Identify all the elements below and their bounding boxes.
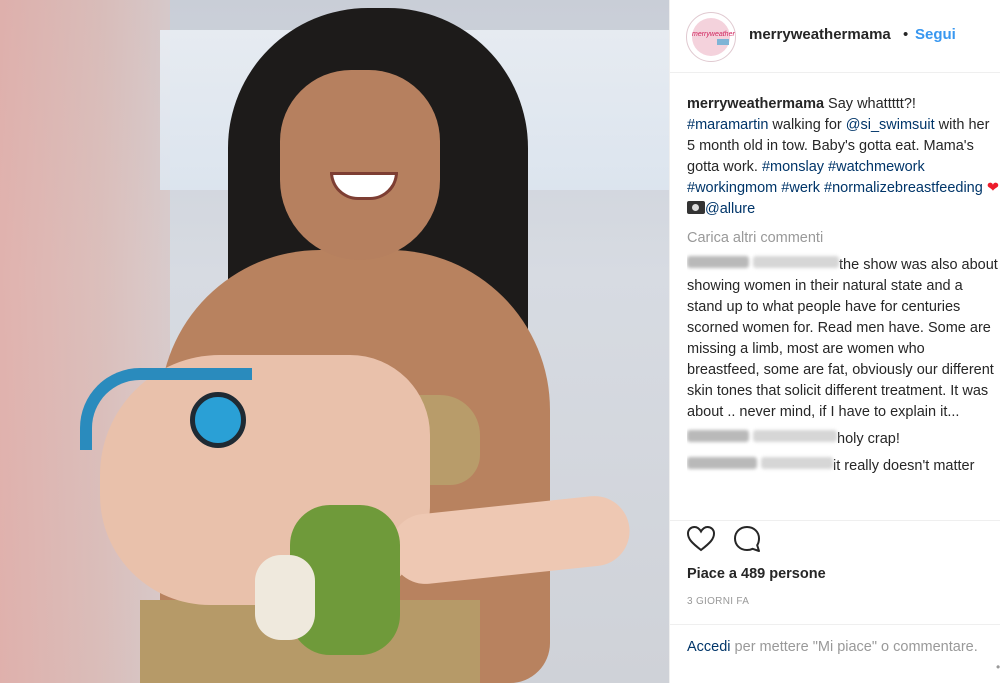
camera-emoji-icon: [687, 201, 705, 214]
avatar[interactable]: merryweather: [686, 12, 736, 62]
post-header: merryweather merryweathermama • Segui: [670, 0, 1000, 73]
comment-username-blurred[interactable]: [687, 256, 749, 268]
login-prompt-text: per mettere "Mi piace" o commentare.: [730, 639, 978, 655]
comment-username-blurred[interactable]: [687, 457, 757, 469]
hashtag-werk[interactable]: #werk: [781, 180, 820, 196]
post-timestamp[interactable]: 3 GIORNI FA: [687, 596, 749, 607]
caption-text-1: Say whattttt?!: [824, 96, 916, 112]
post-photo[interactable]: [0, 0, 669, 683]
caption-username[interactable]: merryweathermama: [687, 96, 824, 112]
avatar-logo-bar: [717, 39, 729, 45]
login-prompt: Accedi per mettere "Mi piace" o commenta…: [687, 637, 987, 658]
comment-mention-blurred[interactable]: [753, 430, 838, 442]
comment-text: the show was also about showing women in…: [687, 257, 998, 420]
header-username[interactable]: merryweathermama: [749, 26, 891, 43]
post-caption: merryweathermama Say whattttt?! #maramar…: [687, 94, 999, 220]
follow-button[interactable]: Segui: [915, 26, 956, 43]
post-side-panel: merryweather merryweathermama • Segui me…: [669, 0, 1000, 683]
hashtag-monslay[interactable]: #monslay: [762, 159, 824, 175]
hashtag-maramartin[interactable]: #maramartin: [687, 117, 768, 133]
photo-face: [280, 70, 440, 260]
likes-count[interactable]: Piace a 489 persone: [687, 566, 826, 582]
comment-text: it really doesn't matter: [833, 458, 975, 474]
heart-emoji-icon: ❤: [986, 180, 999, 196]
comment-text: holy crap!: [837, 431, 900, 447]
headphones-cup: [190, 392, 246, 448]
mention-si-swimsuit[interactable]: @si_swimsuit: [846, 117, 935, 133]
comment-mention-blurred[interactable]: [753, 256, 840, 268]
scroll-marker: •: [996, 660, 1000, 674]
comment-item: holy crap!: [687, 429, 999, 450]
comment-username-blurred[interactable]: [687, 430, 749, 442]
actions-bar: [670, 520, 1000, 571]
login-link[interactable]: Accedi: [687, 639, 731, 655]
header-separator: •: [903, 26, 909, 43]
caption-text-2: walking for: [768, 117, 846, 133]
photo-diaper: [255, 555, 315, 640]
hashtag-normalizebreastfeeding[interactable]: #normalizebreastfeeding: [824, 180, 983, 196]
comment-item: the show was also about showing women in…: [687, 255, 999, 423]
instagram-post: merryweather merryweathermama • Segui me…: [0, 0, 1000, 683]
hashtag-watchmework[interactable]: #watchmework: [828, 159, 925, 175]
comment-item: it really doesn't matter: [687, 456, 999, 477]
load-more-comments-button[interactable]: Carica altri commenti: [687, 228, 999, 249]
hashtag-workingmom[interactable]: #workingmom: [687, 180, 777, 196]
mention-allure[interactable]: @allure: [705, 201, 755, 217]
speech-bubble-icon[interactable]: [732, 524, 762, 554]
comment-mention-blurred[interactable]: [761, 457, 834, 469]
heart-outline-icon[interactable]: [686, 524, 716, 554]
comments-list[interactable]: merryweathermama Say whattttt?! #maramar…: [687, 94, 999, 519]
avatar-logo-text: merryweather: [692, 31, 735, 38]
